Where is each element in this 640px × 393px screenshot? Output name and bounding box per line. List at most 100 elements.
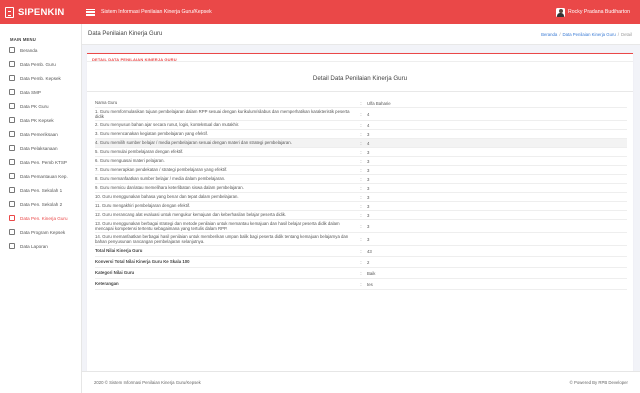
home-icon [9, 47, 15, 53]
row-value: Ulfa Baharie [367, 100, 391, 106]
row-value: 2 [367, 259, 370, 265]
table-row: 5. Guru memulai pembelajaran dengan efek… [95, 148, 627, 157]
table-row: Keterangan: tes [95, 279, 627, 290]
sidebar-item-label: Data Pen. Pemb KTSP [20, 159, 67, 165]
school-icon [9, 89, 15, 95]
breadcrumb: Beranda / Data Penilaian Kinerja Guru / … [541, 31, 632, 37]
check-icon [9, 131, 15, 137]
user-menu[interactable]: Rocky Pradana Budiharton [556, 7, 630, 17]
row-separator: : [360, 212, 362, 218]
clipboard-icon [9, 145, 15, 151]
search-icon [9, 173, 15, 179]
app-title: Sistem Informasi Penilaian Kinerja Guru/… [101, 9, 212, 15]
row-value: 3 [367, 194, 370, 200]
row-value: 3 [367, 149, 370, 155]
row-separator: : [360, 149, 362, 155]
row-separator: : [360, 281, 362, 287]
sidebar-item-label: Data Pemantauan Kep. [20, 173, 68, 179]
row-value: 3 [367, 236, 370, 242]
row-value: 3 [367, 223, 370, 229]
row-label: Nama Guru [95, 100, 118, 106]
row-value: 43 [367, 248, 372, 254]
row-value: 3 [367, 158, 370, 164]
sidebar-item-label: Data Pelaksanaan [20, 145, 58, 151]
table-row: 12. Guru merancang alat evaluasi untuk m… [95, 211, 627, 220]
report-icon [9, 243, 15, 249]
breadcrumb-home[interactable]: Beranda [541, 32, 557, 37]
row-separator: : [360, 131, 362, 137]
row-separator: : [360, 158, 362, 164]
top-bar: SIPENKIN Sistem Informasi Penilaian Kine… [0, 0, 640, 24]
row-value: 4 [367, 111, 370, 117]
table-row: 11. Guru mengakhiri pembelajaran dengan … [95, 202, 627, 211]
hamburger-menu-icon[interactable] [86, 8, 95, 16]
sidebar-item[interactable]: Data Laporan [0, 239, 81, 253]
row-label: 2. Guru menyusun bahan ajar secara runut… [95, 122, 240, 128]
footer-credit: © Powered By RPB Developer [569, 380, 628, 385]
table-row: 2. Guru menyusun bahan ajar secara runut… [95, 121, 627, 130]
sidebar-item[interactable]: Data Pen. Kinerja Guru [0, 211, 81, 225]
card-title: Detail Data Penilaian Kinerja Guru [312, 75, 408, 82]
row-label: 1. Guru memformulasikan tujuan pembelaja… [95, 108, 350, 119]
row-separator: : [360, 236, 362, 242]
footer-copyright: 2020 © Sistem Informasi Penilaian Kinerj… [94, 380, 201, 385]
sidebar-item[interactable]: Data Pen. Pemb KTSP [0, 155, 81, 169]
row-label: 3. Guru merencanakan kegiatan pembelajar… [95, 131, 208, 137]
table-row: 4. Guru memilih sumber belajar / media p… [95, 139, 627, 148]
sidebar-item[interactable]: Beranda [0, 43, 81, 57]
detail-table: Nama Guru: Ulfa Baharie 1. Guru memformula… [95, 99, 627, 290]
row-label: Keterangan [95, 281, 119, 287]
row-label: 4. Guru memilih sumber belajar / media p… [95, 140, 292, 146]
row-separator: : [360, 140, 362, 146]
sidebar-item[interactable]: Data Pemeriksaan [0, 127, 81, 141]
sidebar-item[interactable]: Data Pen. Sekolah 1 [0, 183, 81, 197]
brand[interactable]: SIPENKIN [0, 0, 82, 24]
sidebar-item[interactable]: Data PK Guru [0, 99, 81, 113]
sidebar-item[interactable]: Data Pemantauan Kep. [0, 169, 81, 183]
row-value: 3 [367, 185, 370, 191]
avatar [556, 7, 565, 17]
row-label: 9. Guru memicu dan/atau memelihara keter… [95, 185, 244, 191]
user-name: Rocky Pradana Budiharton [568, 9, 630, 15]
detail-card: DETAIL DATA PENILAIAN KINERJA GURU Detai… [87, 53, 633, 382]
row-separator: : [360, 100, 362, 106]
gear-icon [9, 187, 15, 193]
row-label: 14. Guru memanfaatkan berbagai hasil pen… [95, 233, 349, 244]
footer: 2020 © Sistem Informasi Penilaian Kinerj… [82, 371, 640, 393]
row-label: 12. Guru merancang alat evaluasi untuk m… [95, 212, 287, 218]
sidebar-item[interactable]: Data Program Kepsek [0, 225, 81, 239]
sidebar: MAIN MENU Beranda Data Pemb. Guru Data Pem… [0, 24, 82, 393]
row-separator: : [360, 167, 362, 173]
table-row: 6. Guru menguasai materi pelajaran.:3 [95, 157, 627, 166]
row-separator: : [360, 194, 362, 200]
row-value: 4 [367, 122, 370, 128]
sidebar-item[interactable]: Data Pemb. Kepsek [0, 71, 81, 85]
row-value: 3 [367, 131, 370, 137]
row-label: 6. Guru menguasai materi pelajaran. [95, 158, 165, 164]
row-label: 7. Guru menerapkan pendekatan / strategi… [95, 167, 228, 173]
row-label: 8. Guru memanfaatkan sumber belajar / me… [95, 176, 226, 182]
sidebar-item[interactable]: Data Pemb. Guru [0, 57, 81, 71]
breadcrumb-current: Detail [621, 31, 632, 37]
table-row: 7. Guru menerapkan pendekatan / strategi… [95, 166, 627, 175]
sidebar-item-label: Data PK Kepsek [20, 117, 54, 123]
row-separator: : [360, 185, 362, 191]
document-icon [9, 75, 15, 81]
sidebar-item[interactable]: Data Pelaksanaan [0, 141, 81, 155]
row-value: 3 [367, 212, 370, 218]
book-icon [9, 229, 15, 235]
row-separator: : [360, 223, 362, 229]
table-row: 8. Guru memanfaatkan sumber belajar / me… [95, 175, 627, 184]
card-header: DETAIL DATA PENILAIAN KINERJA GURU [87, 54, 633, 62]
row-label: 5. Guru memulai pembelajaran dengan efek… [95, 149, 184, 155]
sidebar-item[interactable]: Data SMP [0, 85, 81, 99]
row-label: Total Nilai Kinerja Guru [95, 248, 143, 254]
row-value: Baik [367, 270, 376, 276]
sidebar-item-label: Data Pen. Kinerja Guru [20, 215, 68, 221]
sidebar-item[interactable]: Data Pen. Sekolah 2 [0, 197, 81, 211]
sidebar-item[interactable]: Data PK Kepsek [0, 113, 81, 127]
breadcrumb-section[interactable]: Data Penilaian Kinerja Guru [563, 32, 616, 37]
folder-icon [9, 117, 15, 123]
table-row: Kategori Nilai Guru: Baik [95, 268, 627, 279]
table-row: 3. Guru merencanakan kegiatan pembelajar… [95, 130, 627, 139]
